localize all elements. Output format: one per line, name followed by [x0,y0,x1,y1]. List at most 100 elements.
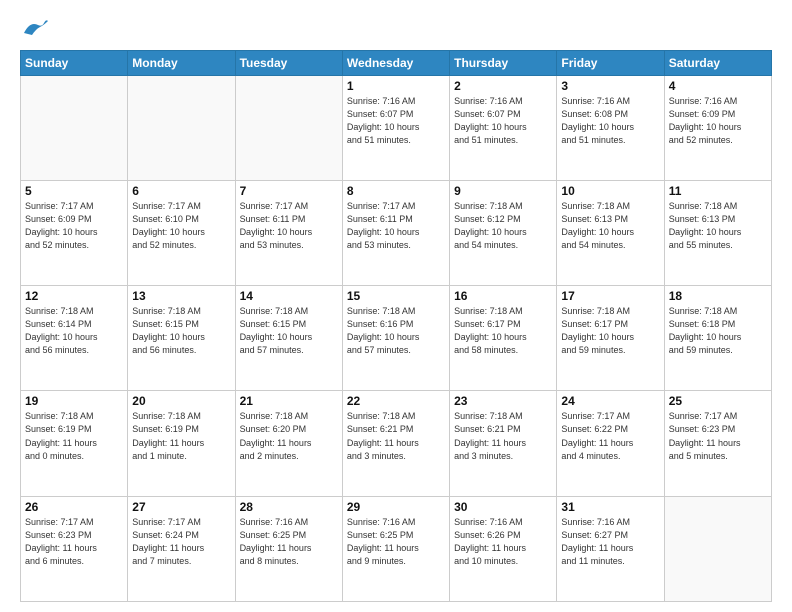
day-info: Sunrise: 7:18 AM Sunset: 6:21 PM Dayligh… [347,410,445,462]
calendar-cell: 7 Sunrise: 7:17 AM Sunset: 6:11 PM Daylig… [235,180,342,285]
day-number: 25 [669,394,767,408]
day-number: 29 [347,500,445,514]
calendar-cell: 21Sunrise: 7:18 AM Sunset: 6:20 PM Dayli… [235,391,342,496]
calendar-cell: 6 Sunrise: 7:17 AM Sunset: 6:10 PM Daylig… [128,180,235,285]
day-number: 26 [25,500,123,514]
calendar-cell [235,75,342,180]
calendar-cell: 10Sunrise: 7:18 AM Sunset: 6:13 PM Dayli… [557,180,664,285]
day-number: 9 [454,184,552,198]
day-number: 8 [347,184,445,198]
calendar-row-2: 12 Sunrise: 7:18 AM Sunset: 6:14 PM Dayli… [21,286,772,391]
day-info: Sunrise: 7:16 AM Sunset: 6:07 PM Dayligh… [454,95,552,147]
day-info: Sunrise: 7:16 AM Sunset: 6:09 PM Dayligh… [669,95,767,147]
calendar-cell: 24Sunrise: 7:17 AM Sunset: 6:22 PM Dayli… [557,391,664,496]
day-number: 11 [669,184,767,198]
calendar-cell: 29 Sunrise: 7:16 AM Sunset: 6:25 PM Dayli… [342,496,449,601]
calendar-row-3: 19Sunrise: 7:18 AM Sunset: 6:19 PM Dayli… [21,391,772,496]
calendar-cell: 19Sunrise: 7:18 AM Sunset: 6:19 PM Dayli… [21,391,128,496]
calendar-table: SundayMondayTuesdayWednesdayThursdayFrid… [20,50,772,602]
day-number: 14 [240,289,338,303]
day-number: 17 [561,289,659,303]
calendar-cell: 13 Sunrise: 7:18 AM Sunset: 6:15 PM Dayli… [128,286,235,391]
day-info: Sunrise: 7:17 AM Sunset: 6:24 PM Dayligh… [132,516,230,568]
day-info: Sunrise: 7:18 AM Sunset: 6:21 PM Dayligh… [454,410,552,462]
logo-text [20,18,48,40]
day-number: 18 [669,289,767,303]
calendar-cell: 22 Sunrise: 7:18 AM Sunset: 6:21 PM Dayli… [342,391,449,496]
calendar-row-4: 26 Sunrise: 7:17 AM Sunset: 6:23 PM Dayli… [21,496,772,601]
day-info: Sunrise: 7:18 AM Sunset: 6:17 PM Dayligh… [561,305,659,357]
day-info: Sunrise: 7:18 AM Sunset: 6:16 PM Dayligh… [347,305,445,357]
day-info: Sunrise: 7:17 AM Sunset: 6:10 PM Dayligh… [132,200,230,252]
calendar-cell: 8 Sunrise: 7:17 AM Sunset: 6:11 PM Daylig… [342,180,449,285]
day-number: 23 [454,394,552,408]
calendar-cell: 14Sunrise: 7:18 AM Sunset: 6:15 PM Dayli… [235,286,342,391]
day-number: 30 [454,500,552,514]
day-info: Sunrise: 7:16 AM Sunset: 6:26 PM Dayligh… [454,516,552,568]
day-info: Sunrise: 7:17 AM Sunset: 6:23 PM Dayligh… [669,410,767,462]
day-number: 1 [347,79,445,93]
day-info: Sunrise: 7:16 AM Sunset: 6:25 PM Dayligh… [240,516,338,568]
calendar-cell: 27 Sunrise: 7:17 AM Sunset: 6:24 PM Dayli… [128,496,235,601]
day-info: Sunrise: 7:18 AM Sunset: 6:15 PM Dayligh… [132,305,230,357]
day-info: Sunrise: 7:17 AM Sunset: 6:11 PM Dayligh… [240,200,338,252]
day-info: Sunrise: 7:17 AM Sunset: 6:11 PM Dayligh… [347,200,445,252]
day-info: Sunrise: 7:16 AM Sunset: 6:27 PM Dayligh… [561,516,659,568]
calendar-row-0: 1 Sunrise: 7:16 AM Sunset: 6:07 PM Daylig… [21,75,772,180]
day-number: 22 [347,394,445,408]
day-info: Sunrise: 7:18 AM Sunset: 6:13 PM Dayligh… [669,200,767,252]
day-info: Sunrise: 7:16 AM Sunset: 6:08 PM Dayligh… [561,95,659,147]
day-number: 7 [240,184,338,198]
weekday-header-wednesday: Wednesday [342,50,449,75]
day-info: Sunrise: 7:17 AM Sunset: 6:23 PM Dayligh… [25,516,123,568]
calendar-row-1: 5 Sunrise: 7:17 AM Sunset: 6:09 PM Daylig… [21,180,772,285]
day-info: Sunrise: 7:18 AM Sunset: 6:14 PM Dayligh… [25,305,123,357]
calendar-cell [21,75,128,180]
calendar-cell: 3 Sunrise: 7:16 AM Sunset: 6:08 PM Daylig… [557,75,664,180]
day-number: 13 [132,289,230,303]
calendar-cell: 9 Sunrise: 7:18 AM Sunset: 6:12 PM Daylig… [450,180,557,285]
calendar-cell: 30 Sunrise: 7:16 AM Sunset: 6:26 PM Dayli… [450,496,557,601]
day-number: 31 [561,500,659,514]
day-number: 12 [25,289,123,303]
calendar-cell [664,496,771,601]
day-number: 10 [561,184,659,198]
calendar-cell: 5 Sunrise: 7:17 AM Sunset: 6:09 PM Daylig… [21,180,128,285]
calendar-cell: 2 Sunrise: 7:16 AM Sunset: 6:07 PM Daylig… [450,75,557,180]
calendar-cell: 17 Sunrise: 7:18 AM Sunset: 6:17 PM Dayli… [557,286,664,391]
calendar-cell: 4 Sunrise: 7:16 AM Sunset: 6:09 PM Daylig… [664,75,771,180]
logo [20,18,48,40]
calendar-cell: 23 Sunrise: 7:18 AM Sunset: 6:21 PM Dayli… [450,391,557,496]
day-info: Sunrise: 7:17 AM Sunset: 6:09 PM Dayligh… [25,200,123,252]
day-number: 27 [132,500,230,514]
day-number: 6 [132,184,230,198]
calendar-cell: 28 Sunrise: 7:16 AM Sunset: 6:25 PM Dayli… [235,496,342,601]
day-info: Sunrise: 7:18 AM Sunset: 6:20 PM Dayligh… [240,410,338,462]
weekday-header-saturday: Saturday [664,50,771,75]
weekday-header-thursday: Thursday [450,50,557,75]
logo-bird-icon [22,19,48,39]
day-info: Sunrise: 7:16 AM Sunset: 6:25 PM Dayligh… [347,516,445,568]
day-number: 2 [454,79,552,93]
page: SundayMondayTuesdayWednesdayThursdayFrid… [0,0,792,612]
calendar-cell: 25 Sunrise: 7:17 AM Sunset: 6:23 PM Dayli… [664,391,771,496]
calendar-cell [128,75,235,180]
day-info: Sunrise: 7:18 AM Sunset: 6:19 PM Dayligh… [132,410,230,462]
day-number: 28 [240,500,338,514]
day-number: 3 [561,79,659,93]
day-number: 4 [669,79,767,93]
weekday-header-sunday: Sunday [21,50,128,75]
weekday-header-monday: Monday [128,50,235,75]
weekday-header-friday: Friday [557,50,664,75]
day-info: Sunrise: 7:18 AM Sunset: 6:12 PM Dayligh… [454,200,552,252]
day-info: Sunrise: 7:16 AM Sunset: 6:07 PM Dayligh… [347,95,445,147]
calendar-cell: 12 Sunrise: 7:18 AM Sunset: 6:14 PM Dayli… [21,286,128,391]
day-number: 16 [454,289,552,303]
day-number: 5 [25,184,123,198]
weekday-header-tuesday: Tuesday [235,50,342,75]
calendar-cell: 11 Sunrise: 7:18 AM Sunset: 6:13 PM Dayli… [664,180,771,285]
calendar-cell: 31 Sunrise: 7:16 AM Sunset: 6:27 PM Dayli… [557,496,664,601]
day-info: Sunrise: 7:18 AM Sunset: 6:17 PM Dayligh… [454,305,552,357]
calendar-cell: 1 Sunrise: 7:16 AM Sunset: 6:07 PM Daylig… [342,75,449,180]
calendar-cell: 20Sunrise: 7:18 AM Sunset: 6:19 PM Dayli… [128,391,235,496]
